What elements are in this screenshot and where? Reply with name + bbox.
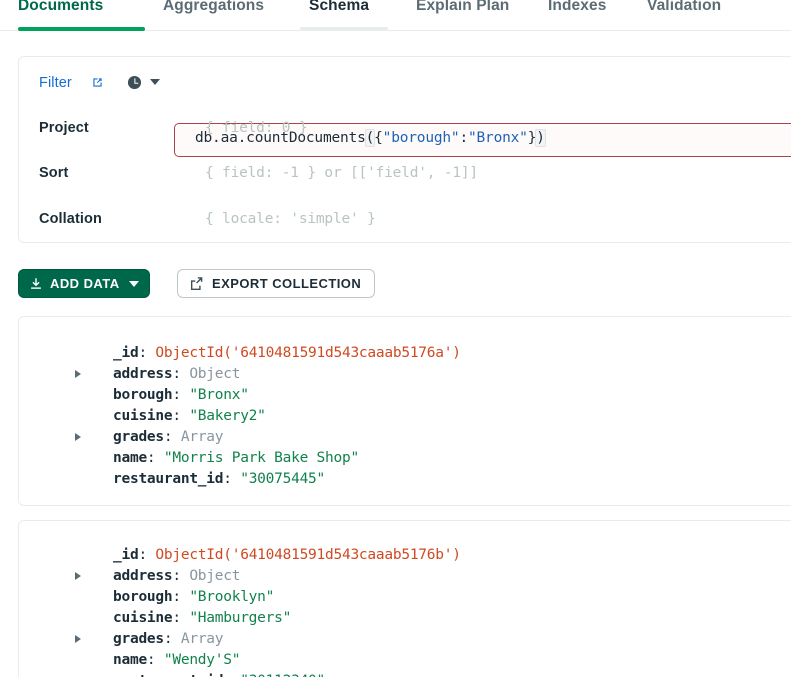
add-data-chevron-down-icon[interactable] bbox=[128, 280, 139, 287]
export-icon bbox=[189, 276, 204, 291]
field-value: "Brooklyn" bbox=[189, 589, 275, 605]
field-name: name bbox=[113, 652, 147, 668]
document-field: restaurant_id: "30075445" bbox=[113, 471, 326, 487]
expand-triangle-icon[interactable] bbox=[75, 572, 81, 580]
query-row-filter: Filter bbox=[19, 67, 791, 99]
field-value: "Bronx" bbox=[189, 387, 249, 403]
field-value: "Wendy'S" bbox=[163, 652, 241, 668]
document-field: address: Object bbox=[113, 366, 241, 382]
field-name: restaurant_id bbox=[113, 673, 224, 677]
field-value: Array bbox=[180, 429, 224, 445]
document-field: cuisine: "Bakery2" bbox=[113, 408, 266, 424]
document-field: borough: "Bronx" bbox=[113, 387, 249, 403]
field-value: "Morris Park Bake Shop" bbox=[163, 450, 359, 466]
tab-schema[interactable]: Schema bbox=[309, 0, 369, 16]
collation-label: Collation bbox=[39, 211, 102, 227]
download-icon bbox=[29, 277, 43, 291]
external-link-icon[interactable] bbox=[92, 75, 103, 87]
tab-documents[interactable]: Documents bbox=[18, 0, 103, 16]
tab-indexes[interactable]: Indexes bbox=[548, 0, 606, 16]
document-field: grades: Array bbox=[113, 429, 224, 445]
clock-icon[interactable] bbox=[127, 75, 142, 90]
add-data-label: ADD DATA bbox=[50, 276, 120, 291]
add-data-button[interactable]: ADD DATA bbox=[18, 269, 150, 298]
field-value: Object bbox=[189, 366, 241, 382]
field-name: address bbox=[113, 568, 173, 584]
project-input[interactable]: { field: 0 } bbox=[205, 112, 308, 144]
field-value: ObjectId('6410481591d543caaab5176b') bbox=[155, 547, 461, 563]
sort-label: Sort bbox=[39, 165, 69, 181]
field-name: restaurant_id bbox=[113, 471, 224, 487]
field-name: borough bbox=[113, 589, 173, 605]
document-field: address: Object bbox=[113, 568, 241, 584]
field-name: grades bbox=[113, 631, 164, 647]
expand-triangle-icon[interactable] bbox=[75, 370, 81, 378]
document-field: name: "Wendy'S" bbox=[113, 652, 241, 668]
field-value: "30112340" bbox=[240, 673, 325, 677]
compass-collection-view: Documents Aggregations Schema Explain Pl… bbox=[0, 0, 791, 677]
document-field: _id: ObjectId('6410481591d543caaab5176a'… bbox=[113, 345, 461, 361]
document-field: cuisine: "Hamburgers" bbox=[113, 610, 292, 626]
filter-label-link[interactable]: Filter bbox=[39, 67, 72, 99]
tab-explain-plan[interactable]: Explain Plan bbox=[416, 0, 509, 16]
document-card[interactable]: _id: ObjectId('6410481591d543caaab5176a'… bbox=[18, 316, 791, 506]
expand-triangle-icon[interactable] bbox=[75, 433, 81, 441]
tab-underline-documents bbox=[18, 27, 145, 31]
field-value: ObjectId('6410481591d543caaab5176a') bbox=[155, 345, 461, 361]
collation-input[interactable]: { locale: 'simple' } bbox=[205, 203, 376, 235]
field-name: address bbox=[113, 366, 173, 382]
document-card[interactable]: _id: ObjectId('6410481591d543caaab5176b'… bbox=[18, 520, 791, 677]
field-value: "Hamburgers" bbox=[189, 610, 292, 626]
tab-aggregations[interactable]: Aggregations bbox=[163, 0, 264, 16]
export-collection-label: EXPORT COLLECTION bbox=[212, 276, 362, 291]
field-value: Array bbox=[180, 631, 224, 647]
field-name: name bbox=[113, 450, 147, 466]
document-field: borough: "Brooklyn" bbox=[113, 589, 275, 605]
query-row-project: Project bbox=[19, 112, 791, 144]
document-field: grades: Array bbox=[113, 631, 224, 647]
tab-underline-schema bbox=[300, 27, 388, 31]
document-field: name: "Morris Park Bake Shop" bbox=[113, 450, 359, 466]
document-field: _id: ObjectId('6410481591d543caaab5176b'… bbox=[113, 547, 461, 563]
field-name: cuisine bbox=[113, 610, 173, 626]
history-chevron-down-icon[interactable] bbox=[150, 79, 160, 85]
field-value: Object bbox=[189, 568, 241, 584]
field-name: _id bbox=[113, 345, 139, 361]
field-value: "Bakery2" bbox=[189, 408, 266, 424]
tab-validation[interactable]: Validation bbox=[647, 0, 721, 16]
project-label: Project bbox=[39, 120, 89, 136]
field-name: _id bbox=[113, 547, 139, 563]
field-value: "30075445" bbox=[240, 471, 326, 487]
field-name: grades bbox=[113, 429, 164, 445]
query-bar-panel: Filter db.aa.countDocuments({"borough":"… bbox=[18, 56, 791, 243]
collection-tabbar: Documents Aggregations Schema Explain Pl… bbox=[0, 0, 791, 32]
expand-triangle-icon[interactable] bbox=[75, 635, 81, 643]
field-name: cuisine bbox=[113, 408, 173, 424]
export-collection-button[interactable]: EXPORT COLLECTION bbox=[177, 269, 376, 298]
query-row-collation: Collation bbox=[19, 203, 791, 235]
field-name: borough bbox=[113, 387, 173, 403]
document-field: restaurant_id: "30112340" bbox=[113, 671, 325, 677]
sort-input[interactable]: { field: -1 } or [['field', -1]] bbox=[205, 157, 478, 189]
